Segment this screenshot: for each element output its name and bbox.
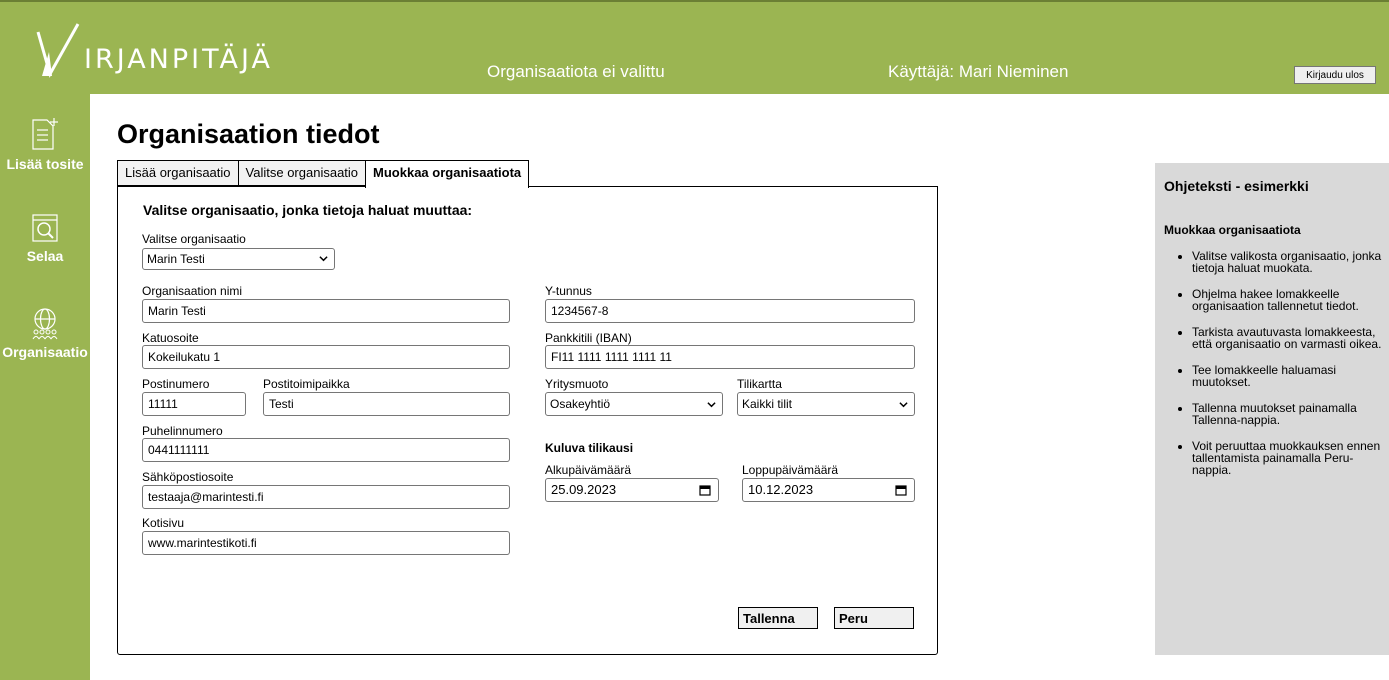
website-label: Kotisivu (142, 516, 185, 530)
tab-edit-organization[interactable]: Muokkaa organisaatiota (365, 160, 530, 188)
organization-name-input[interactable]: Marin Testi (142, 299, 510, 323)
chevron-down-icon (319, 256, 328, 262)
logo: IRJANPITÄJÄ (34, 22, 304, 78)
help-list-item: Voit peruuttaa muokkauksen ennen tallent… (1192, 440, 1382, 476)
logo-text: IRJANPITÄJÄ (84, 44, 273, 75)
start-date-input[interactable]: 25.09.2023 (545, 478, 719, 502)
website-input[interactable]: www.marintestikoti.fi (142, 531, 510, 555)
select-organization-value: Marin Testi (147, 252, 205, 266)
tab-select-organization[interactable]: Valitse organisaatio (237, 160, 366, 186)
help-title: Ohjeteksti - esimerkki (1164, 178, 1309, 194)
city-label: Postitoimipaikka (263, 377, 350, 391)
phone-label: Puhelinnumero (142, 424, 223, 438)
chevron-down-icon (707, 402, 716, 408)
edit-organization-form: Valitse organisaatio, jonka tietoja halu… (117, 186, 938, 655)
help-list-item: Tee lomakkeelle haluamasi muutokset. (1192, 364, 1382, 388)
help-list-item: Tarkista avautuvasta lomakkeesta, että o… (1192, 326, 1382, 350)
save-button[interactable]: Tallenna (738, 607, 818, 629)
company-form-label: Yritysmuoto (545, 377, 609, 391)
chevron-down-icon (899, 402, 908, 408)
email-input[interactable]: testaaja@marintesti.fi (142, 485, 510, 509)
cancel-button[interactable]: Peru (834, 607, 914, 629)
logout-button[interactable]: Kirjaudu ulos (1294, 66, 1376, 84)
sidebar-item-browse[interactable]: Selaa (0, 212, 90, 264)
form-heading: Valitse organisaatio, jonka tietoja halu… (143, 202, 473, 218)
tab-add-organization[interactable]: Lisää organisaatio (117, 160, 238, 186)
user-label: Käyttäjä: Mari Nieminen (888, 62, 1069, 81)
end-date-value: 10.12.2023 (748, 482, 814, 497)
end-date-input[interactable]: 10.12.2023 (742, 478, 915, 502)
organization-icon (32, 308, 58, 340)
organization-status: Organisaatiota ei valittu (487, 62, 665, 81)
email-label: Sähköpostiosoite (142, 470, 234, 484)
help-list-item: Valitse valikosta organisaatio, jonka ti… (1192, 250, 1382, 274)
browse-icon (32, 214, 58, 242)
help-panel: Ohjeteksti - esimerkki Muokkaa organisaa… (1155, 163, 1389, 655)
app-header: IRJANPITÄJÄ Organisaatiota ei valittu Kä… (0, 0, 1389, 94)
sidebar-item-label: Lisää tosite (6, 156, 84, 172)
business-id-label: Y-tunnus (545, 284, 592, 298)
sidebar-item-add-voucher[interactable]: Lisää tosite (0, 116, 90, 172)
sidebar-item-label: Selaa (26, 248, 64, 264)
organization-name-label: Organisaation nimi (142, 284, 243, 298)
select-organization-label: Valitse organisaatio (142, 232, 246, 246)
iban-input[interactable]: FI11 1111 1111 1111 11 (545, 345, 915, 369)
add-document-icon (32, 118, 58, 150)
sidebar-item-label: Organisaatio (2, 344, 88, 360)
street-input[interactable]: Kokeilukatu 1 (142, 345, 510, 369)
chart-of-accounts-label: Tilikartta (737, 377, 782, 391)
logo-mark-icon (36, 23, 80, 78)
help-list: Valitse valikosta organisaatio, jonka ti… (1192, 250, 1382, 490)
calendar-icon[interactable] (699, 484, 711, 496)
phone-input[interactable]: 0441111111 (142, 438, 510, 462)
postal-code-input[interactable]: 11111 (142, 392, 246, 416)
tab-bar: Lisää organisaatio Valitse organisaatio … (117, 160, 530, 188)
select-organization-dropdown[interactable]: Marin Testi (142, 248, 335, 270)
iban-label: Pankkitili (IBAN) (545, 331, 632, 345)
fiscal-period-heading: Kuluva tilikausi (545, 441, 634, 455)
sidebar: Lisää tosite Selaa Organisaatio (0, 94, 90, 680)
start-date-label: Alkupäivämäärä (545, 463, 632, 477)
postal-code-label: Postinumero (142, 377, 210, 391)
help-list-item: Ohjelma hakee lomakkeelle organisaation … (1192, 288, 1382, 312)
business-id-input[interactable]: 1234567-8 (545, 299, 915, 323)
company-form-value: Osakeyhtiö (550, 397, 611, 411)
start-date-value: 25.09.2023 (551, 482, 617, 497)
help-list-item: Tallenna muutokset painamalla Tallenna-n… (1192, 402, 1382, 426)
calendar-icon[interactable] (895, 484, 907, 496)
chart-of-accounts-value: Kaikki tilit (742, 397, 793, 411)
street-label: Katuosoite (142, 331, 199, 345)
company-form-dropdown[interactable]: Osakeyhtiö (545, 392, 723, 416)
city-input[interactable]: Testi (263, 392, 510, 416)
page-title: Organisaation tiedot (117, 119, 380, 149)
chart-of-accounts-dropdown[interactable]: Kaikki tilit (737, 392, 915, 416)
help-subtitle: Muokkaa organisaatiota (1164, 223, 1301, 237)
sidebar-item-organization[interactable]: Organisaatio (0, 306, 90, 360)
end-date-label: Loppupäivämäärä (742, 463, 839, 477)
